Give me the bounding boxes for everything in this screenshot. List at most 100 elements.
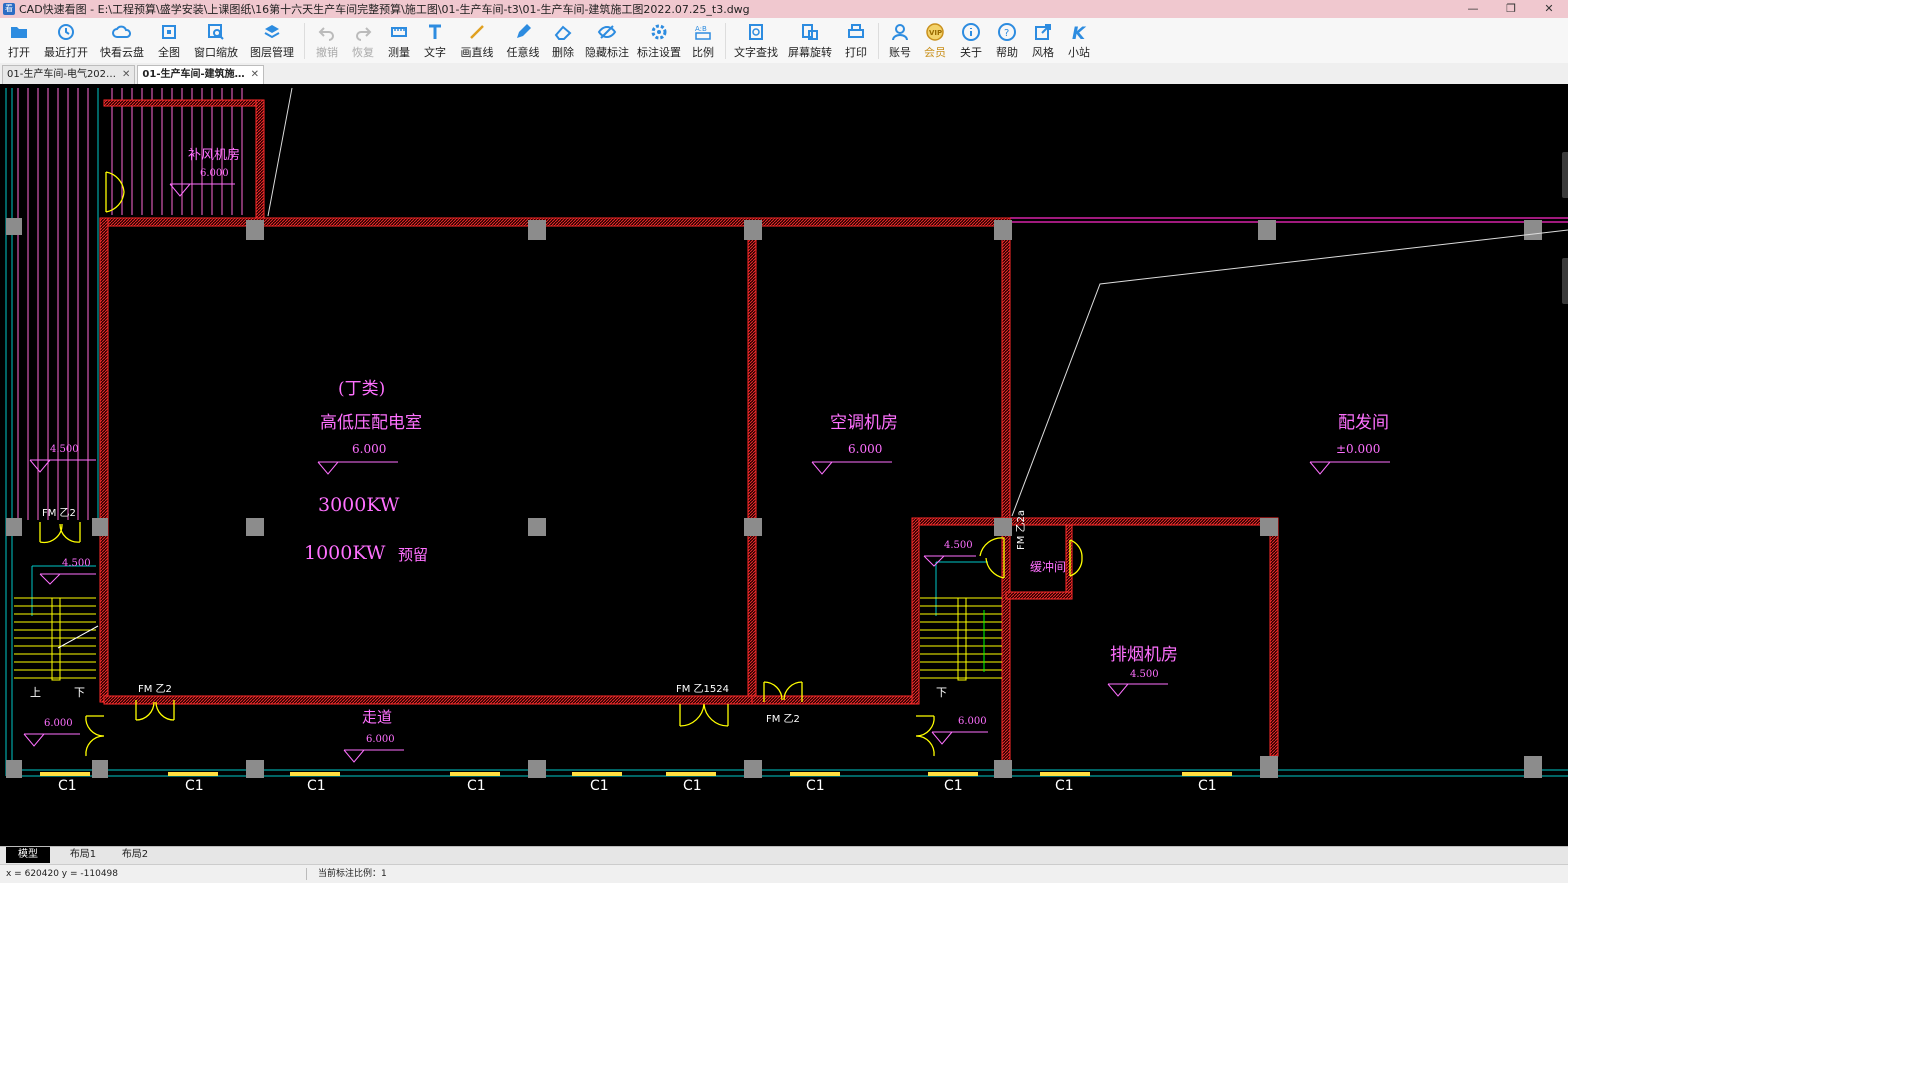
layers-icon — [264, 25, 280, 39]
draw-line-label: 画直线 — [460, 46, 494, 59]
svg-text:VIP: VIP — [929, 29, 942, 37]
windows — [40, 772, 1232, 776]
svg-text:K: K — [1072, 24, 1087, 42]
cloud-icon — [112, 25, 131, 38]
close-window-button[interactable]: ✕ — [1530, 0, 1568, 18]
layers-button[interactable]: 图层管理 — [244, 18, 300, 63]
printer-icon — [848, 24, 864, 38]
account-button[interactable]: 账号 — [883, 18, 917, 63]
account-label: 账号 — [889, 46, 911, 59]
stair-up-label: 上 — [30, 686, 41, 699]
layout-tab-1[interactable]: 布局1 — [58, 847, 108, 863]
about-button[interactable]: 关于 — [953, 18, 989, 63]
doc-tab-electrical[interactable]: 01-生产车间-电气202… ✕ — [2, 65, 136, 84]
help-button[interactable]: ? 帮助 — [989, 18, 1025, 63]
door-label-ac: FM 乙2 — [766, 714, 800, 725]
rotate-label: 屏幕旋转 — [788, 46, 832, 59]
left-stair — [14, 597, 99, 681]
window-label-10: C1 — [1198, 778, 1217, 794]
open-button[interactable]: 打开 — [0, 18, 38, 63]
redo-icon — [356, 27, 372, 41]
buffer-room-label: 缓冲间 — [1030, 560, 1067, 574]
minimize-button[interactable]: — — [1454, 0, 1492, 18]
text-button[interactable]: 文字 — [417, 18, 453, 63]
scale-button[interactable]: A:B 比例 — [685, 18, 721, 63]
doc-tab-architectural[interactable]: 01-生产车间-建筑施… ✕ — [137, 65, 265, 84]
left-top-elevation: 4.500 — [50, 444, 79, 455]
eye-off-icon — [597, 25, 617, 39]
toolbar-separator — [725, 23, 726, 59]
print-button[interactable]: 打印 — [838, 18, 874, 63]
maximize-button[interactable]: ❐ — [1492, 0, 1530, 18]
measure-button[interactable]: 测量 — [381, 18, 417, 63]
left-bottom-elevation: 6.000 — [44, 718, 73, 729]
side-panel-handle[interactable] — [1562, 152, 1568, 198]
text-search-button[interactable]: 文字查找 — [730, 18, 782, 63]
smoke-room-elevation: 4.500 — [1130, 669, 1159, 680]
style-button[interactable]: 风格 — [1025, 18, 1061, 63]
open-label: 打开 — [8, 46, 30, 59]
layers-label: 图层管理 — [250, 46, 294, 59]
cyan-lines — [5, 88, 1568, 777]
zoom-window-icon — [208, 24, 224, 40]
station-button[interactable]: K 小站 — [1061, 18, 1097, 63]
user-icon — [892, 24, 908, 41]
erase-button[interactable]: 删除 — [545, 18, 581, 63]
window-label-2: C1 — [185, 778, 204, 794]
undo-icon — [318, 27, 334, 41]
vip-button[interactable]: VIP 会员 — [917, 18, 953, 63]
app-icon: 看 — [3, 3, 15, 15]
left-stair-elevation: 4.500 — [62, 558, 91, 569]
door-label-corridor: FM 乙2 — [138, 684, 172, 695]
window-label-7: C1 — [806, 778, 825, 794]
recent-button[interactable]: 最近打开 — [38, 18, 94, 63]
redo-label: 恢复 — [352, 46, 374, 59]
status-bar: x = 620420 y = -110498 当前标注比例：1 — [0, 864, 1568, 883]
close-icon[interactable]: ✕ — [251, 66, 259, 84]
layout-tab-model[interactable]: 模型 — [6, 847, 50, 863]
toolbar-separator — [304, 23, 305, 59]
recent-label: 最近打开 — [44, 46, 88, 59]
fit-screen-icon — [162, 25, 176, 39]
window-label-8: C1 — [944, 778, 963, 794]
rotate-screen-icon — [802, 24, 818, 40]
zoom-window-button[interactable]: 窗口缩放 — [188, 18, 244, 63]
fit-button[interactable]: 全图 — [150, 18, 188, 63]
redo-button[interactable]: 恢复 — [345, 18, 381, 63]
text-icon — [429, 24, 441, 39]
class-d-label: (丁类) — [338, 379, 386, 399]
elevation-markers — [23, 183, 1390, 763]
help-label: 帮助 — [996, 46, 1018, 59]
fan-room-elevation: 6.000 — [200, 168, 229, 179]
draw-line-button[interactable]: 画直线 — [453, 18, 501, 63]
external-link-icon — [1035, 24, 1051, 40]
cloud-label: 快看云盘 — [100, 46, 144, 59]
right-bottom-elevation: 6.000 — [958, 716, 987, 727]
window-title: CAD快速看图 - E:\工程预算\盛学安装\上课图纸\16第十六天生产车间完整… — [19, 3, 750, 16]
annot-settings-button[interactable]: 标注设置 — [633, 18, 685, 63]
help-icon: ? — [998, 23, 1016, 41]
measure-label: 测量 — [388, 46, 410, 59]
hide-annot-button[interactable]: 隐藏标注 — [581, 18, 633, 63]
scale-icon: A:B — [695, 25, 711, 40]
cloud-button[interactable]: 快看云盘 — [94, 18, 150, 63]
close-icon[interactable]: ✕ — [122, 66, 130, 84]
vip-label: 会员 — [924, 46, 946, 59]
floor-plan-drawing — [5, 87, 1568, 778]
vip-icon: VIP — [926, 23, 944, 41]
folder-icon — [11, 27, 27, 38]
layout-tab-2[interactable]: 布局2 — [110, 847, 160, 863]
rotate-button[interactable]: 屏幕旋转 — [782, 18, 838, 63]
undo-button[interactable]: 撤销 — [309, 18, 345, 63]
side-panel-handle[interactable] — [1562, 258, 1568, 304]
smoke-room-label: 排烟机房 — [1110, 645, 1178, 665]
distribution-elevation: ±0.000 — [1336, 442, 1381, 456]
magenta-lines — [1010, 217, 1568, 223]
right-stair — [920, 597, 1002, 681]
scale-label: 比例 — [692, 46, 714, 59]
k-logo-icon: K — [1072, 24, 1087, 42]
drawing-canvas[interactable]: 补风机房 6.000 (丁类) 高低压配电室 6.000 3000KW 1000… — [0, 84, 1568, 846]
freehand-button[interactable]: 任意线 — [501, 18, 545, 63]
text-label: 文字 — [424, 46, 446, 59]
window-label-4: C1 — [467, 778, 486, 794]
